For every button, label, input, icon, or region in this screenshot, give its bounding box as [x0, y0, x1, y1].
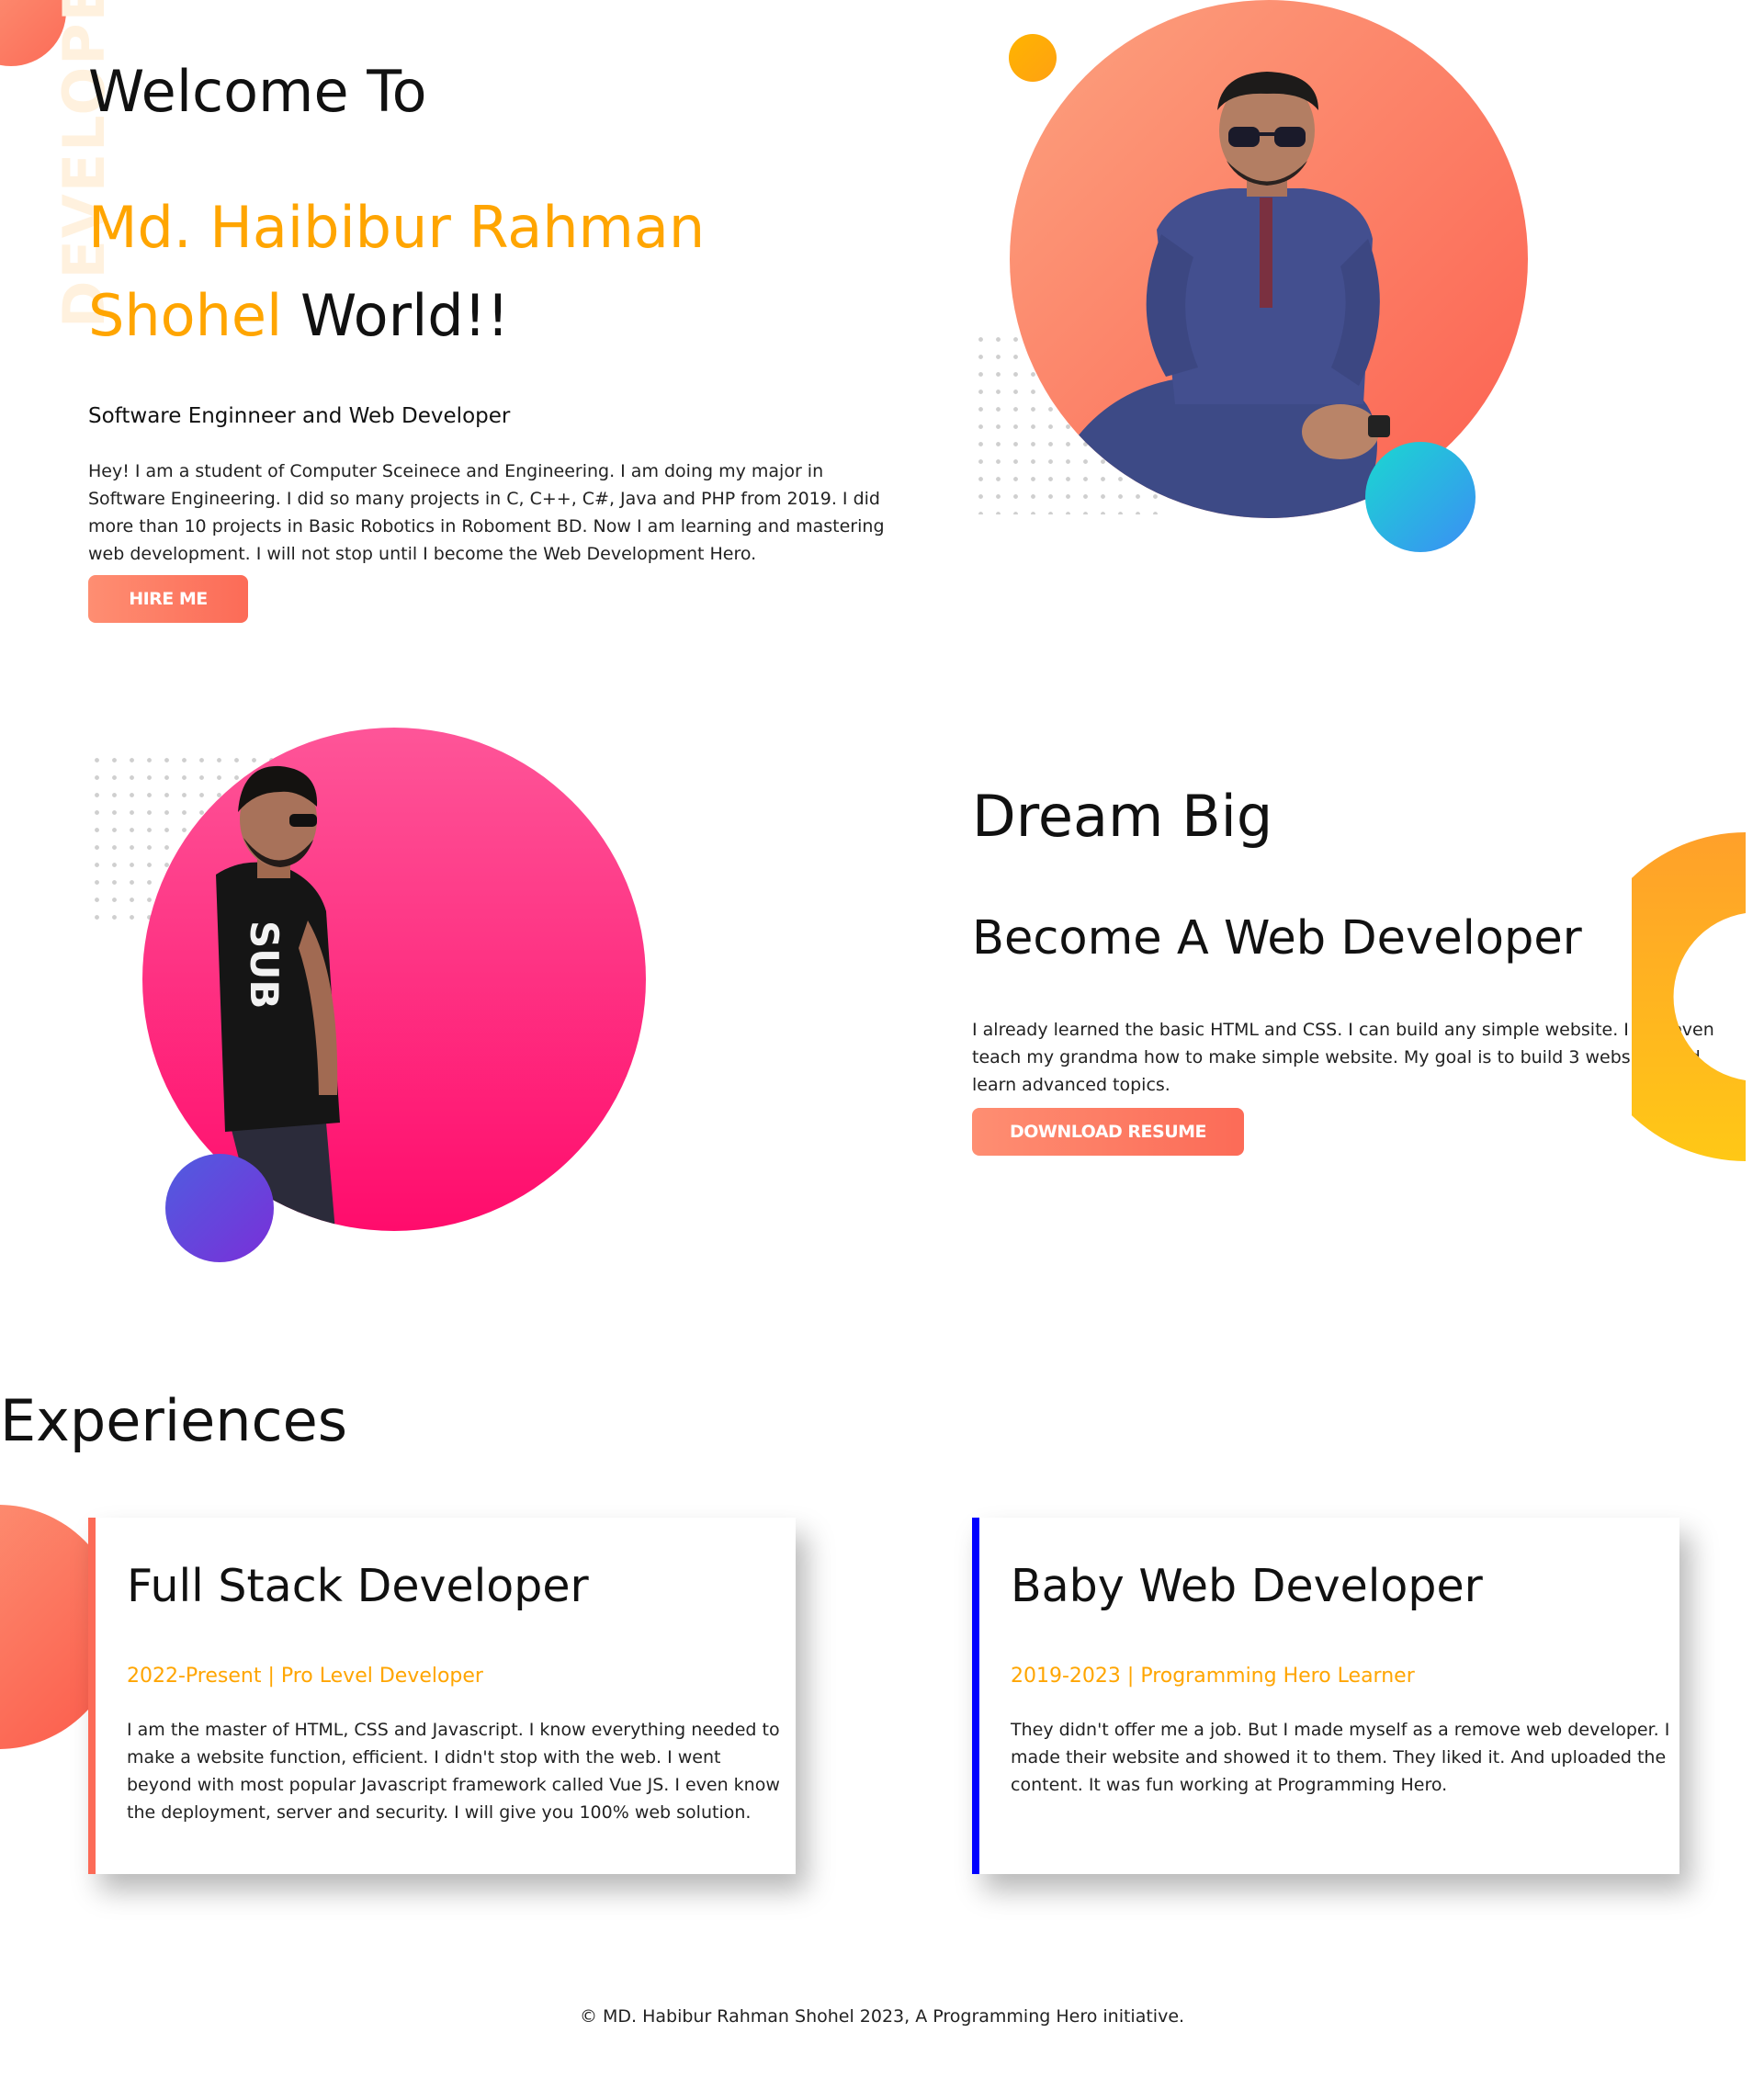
- experience-title: Full Stack Developer: [127, 1560, 589, 1612]
- blue-circle-decoration: [1365, 442, 1476, 552]
- experience-card-baby-web: Baby Web Developer 2019-2023 | Programmi…: [972, 1518, 1679, 1874]
- experience-meta: 2022-Present | Pro Level Developer: [127, 1665, 483, 1688]
- hero-description: Hey! I am a student of Computer Sceinece…: [88, 461, 885, 564]
- dream-heading: Dream Big: [972, 783, 1273, 850]
- dream-description: I already learned the basic HTML and CSS…: [972, 1020, 1714, 1095]
- experiences-heading: Experiences: [0, 1387, 348, 1454]
- hero-profile-photo: [1010, 0, 1529, 519]
- hero-name-heading: Md. Haibibur Rahman Shohel World!!: [88, 184, 842, 360]
- orange-ring-decoration: [1581, 832, 1764, 1161]
- purple-circle-decoration: [165, 1154, 274, 1262]
- dream-subheading: Become A Web Developer: [972, 911, 1582, 966]
- experience-description: I am the master of HTML, CSS and Javascr…: [127, 1720, 780, 1823]
- welcome-heading: Welcome To: [88, 58, 427, 125]
- hero-tagline: Software Enginneer and Web Developer: [88, 404, 511, 428]
- download-resume-button[interactable]: DOWNLOAD RESUME: [972, 1108, 1244, 1156]
- experience-card-full-stack: Full Stack Developer 2022-Present | Pro …: [88, 1518, 796, 1874]
- portfolio-page: DEVELOPER Welcome To Md. Haibibur Rahman…: [0, 0, 1764, 2078]
- hire-me-button[interactable]: HIRE ME: [88, 575, 248, 623]
- experience-meta: 2019-2023 | Programming Hero Learner: [1011, 1665, 1415, 1688]
- experience-description: They didn't offer me a job. But I made m…: [1011, 1720, 1670, 1795]
- hero-name-suffix: World!!: [300, 282, 510, 349]
- experience-title: Baby Web Developer: [1011, 1560, 1483, 1612]
- footer-copyright: © MD. Habibur Rahman Shohel 2023, A Prog…: [579, 2006, 1185, 2027]
- svg-text:SUB: SUB: [242, 920, 287, 1009]
